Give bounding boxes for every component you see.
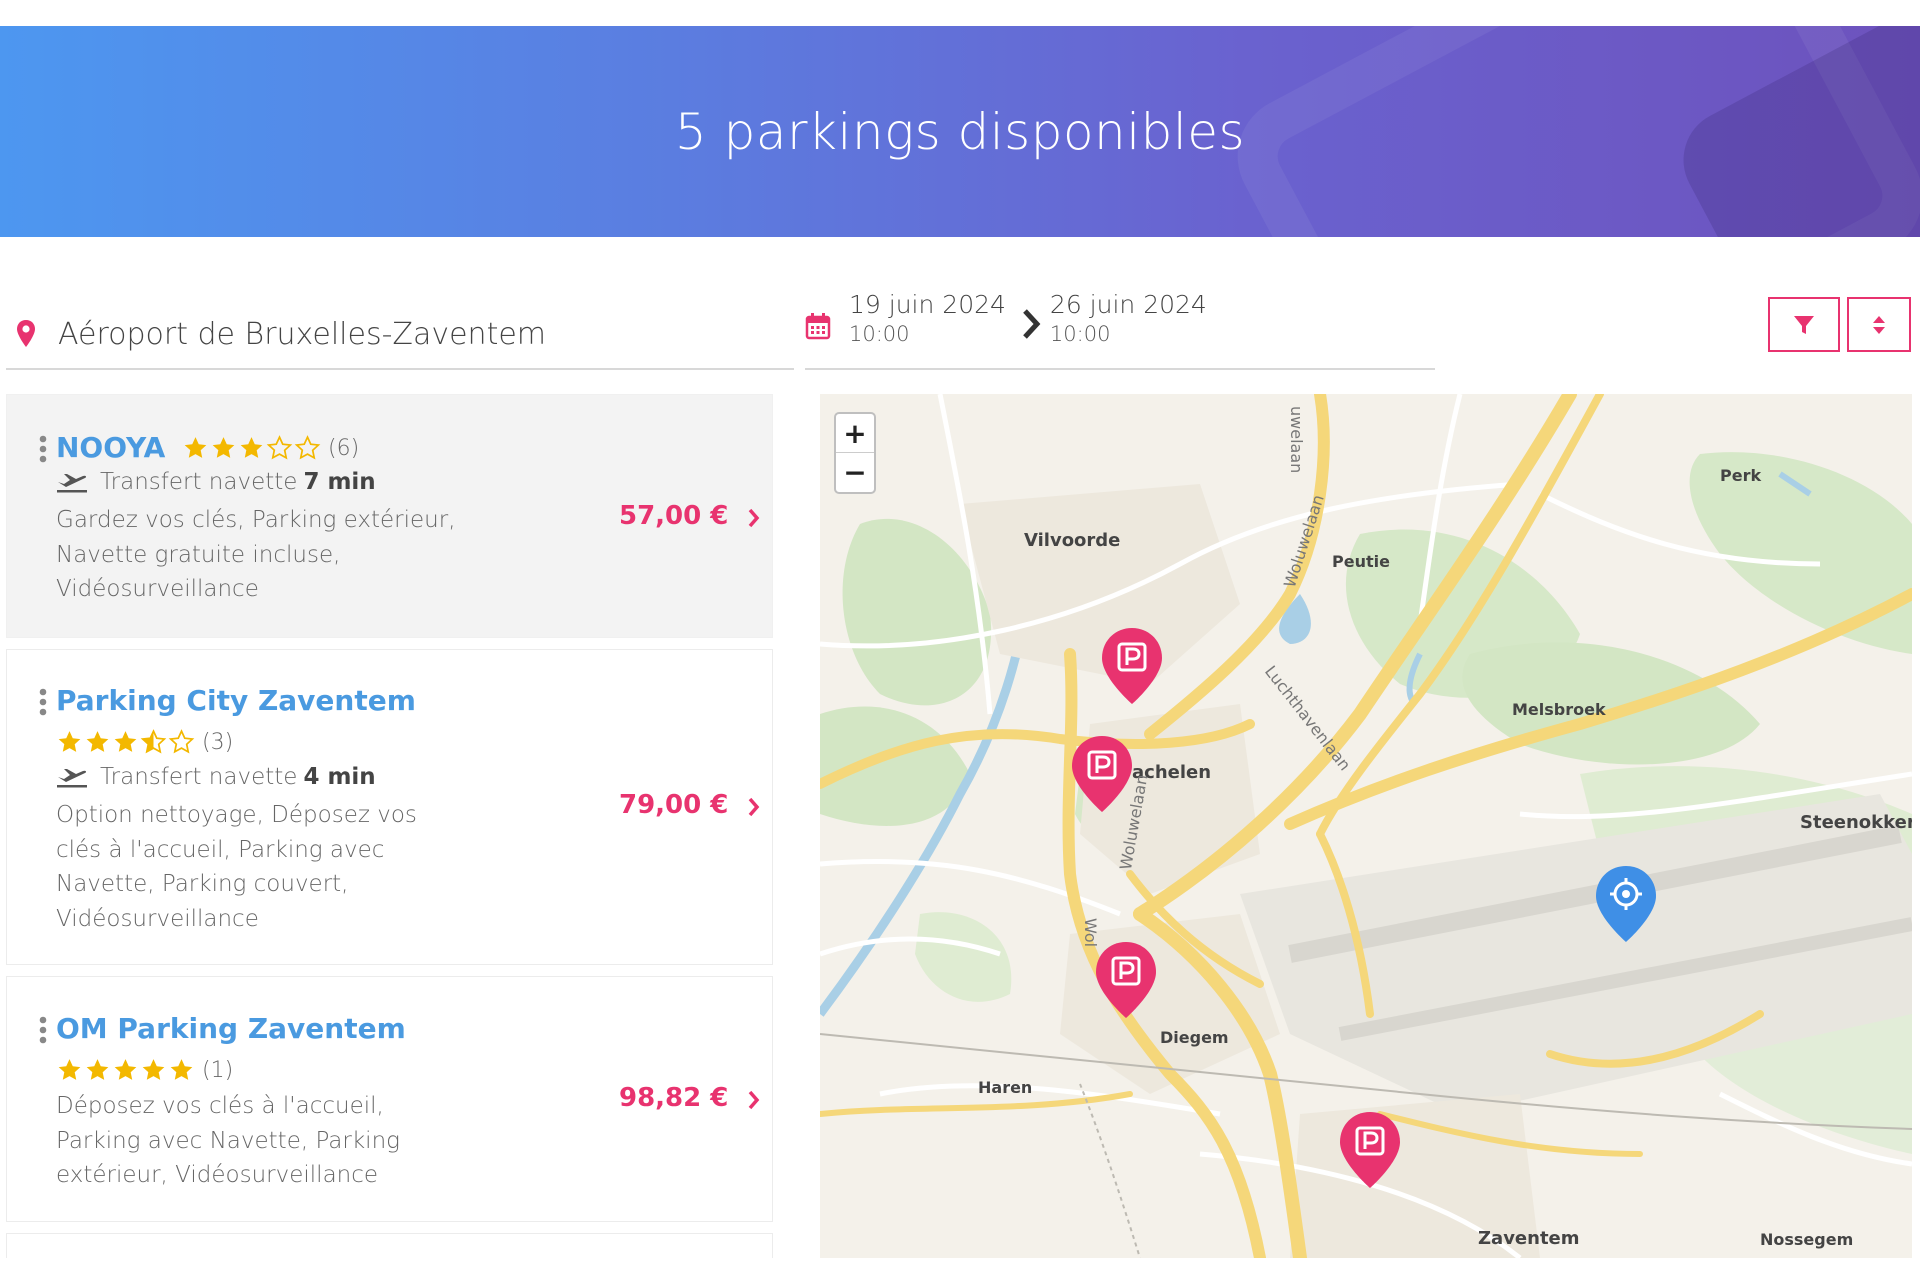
shuttle-time: 4 min (303, 764, 376, 790)
shuttle-label: Transfert navette (100, 469, 298, 495)
parking-card[interactable]: OM Parking Zaventem (1) Déposez vos clés… (6, 976, 773, 1222)
map-label-steenokkerzeel: Steenokker (1800, 812, 1912, 833)
shuttle-label: Transfert navette (100, 764, 298, 790)
feature-line: Déposez vos clés à l'accueil, (56, 1093, 384, 1119)
map-label-melsbroek: Melsbroek (1512, 700, 1606, 719)
feature-line: Gardez vos clés, Parking extérieur, (56, 507, 456, 533)
chevron-right-icon[interactable] (747, 1089, 761, 1111)
feature-line: Vidéosurveillance (56, 576, 259, 602)
map-label-haren: Haren (978, 1078, 1033, 1097)
star-full-icon (58, 1059, 81, 1080)
parking-marker-icon[interactable] (1070, 734, 1134, 814)
parking-card[interactable]: Parking City Zaventem (3) Transfert nave… (6, 649, 773, 965)
feature-line: Navette, Parking couvert, (56, 871, 349, 897)
location-pin-icon (17, 320, 35, 347)
rating-stars: (6) (182, 435, 359, 461)
shuttle-time: 7 min (303, 469, 376, 495)
page-title: 5 parkings disponibles (674, 102, 1246, 161)
parking-name[interactable]: OM Parking Zaventem (56, 1012, 406, 1045)
parking-features: Option nettoyage, Déposez vos clés à l'a… (56, 798, 456, 936)
map-label-peutie: Peutie (1332, 552, 1390, 571)
star-full-icon (170, 1059, 193, 1080)
map-label-zaventem: Zaventem (1478, 1228, 1580, 1249)
star-full-icon (114, 731, 137, 752)
parking-card[interactable]: NOOYA (6) Transfert navette 7 min Gardez… (6, 394, 773, 638)
feature-line: Parking avec Navette, Parking (56, 1127, 400, 1154)
star-empty-icon (294, 435, 321, 460)
date-range-field[interactable]: 19 juin 2024 10:00 26 juin 2024 10:00 (805, 290, 1435, 370)
feature-line: extérieur, Vidéosurveillance (56, 1162, 379, 1188)
start-time-value: 10:00 (849, 322, 910, 346)
airplane-icon (57, 474, 87, 493)
filter-button[interactable] (1768, 297, 1840, 352)
start-date-value: 19 juin 2024 (849, 290, 1006, 319)
star-full-icon (212, 437, 235, 458)
star-full-icon (184, 437, 207, 458)
review-count: (1) (202, 1057, 234, 1083)
star-full-icon (240, 437, 263, 458)
feature-line: Option nettoyage, Déposez vos (56, 802, 417, 828)
airport-marker-icon[interactable] (1594, 864, 1658, 944)
parking-price[interactable]: 98,82 € (619, 1083, 728, 1113)
end-date-value: 26 juin 2024 (1049, 290, 1207, 319)
shuttle-info: Transfert navette 4 min (56, 764, 376, 790)
parking-marker-icon[interactable] (1338, 1110, 1402, 1190)
funnel-icon (1794, 315, 1814, 334)
drag-handle-icon[interactable] (39, 688, 47, 716)
parking-features: Gardez vos clés, Parking extérieur, Nave… (56, 503, 456, 607)
start-date[interactable]: 19 juin 2024 10:00 (849, 290, 1006, 348)
zoom-in-button[interactable]: + (836, 414, 874, 453)
parking-price[interactable]: 79,00 € (619, 790, 728, 820)
feature-line: Navette gratuite incluse, (56, 541, 341, 568)
page-bottom (0, 1258, 1920, 1285)
location-field[interactable]: Aéroport de Bruxelles-Zaventem (6, 300, 794, 370)
calendar-icon (805, 313, 831, 340)
parking-features: Déposez vos clés à l'accueil, Parking av… (56, 1089, 456, 1193)
star-full-icon (58, 731, 81, 752)
map-label-diegem: Diegem (1160, 1028, 1229, 1047)
star-full-icon (114, 1059, 137, 1080)
sort-button[interactable] (1847, 297, 1911, 352)
map[interactable]: + − Vilvoorde Peutie Perk Melsbroek ache… (820, 394, 1912, 1258)
airplane-icon (57, 769, 87, 788)
parking-price[interactable]: 57,00 € (619, 501, 728, 531)
star-half-icon (140, 729, 167, 754)
chevron-right-icon (1023, 309, 1041, 339)
feature-line: Vidéosurveillance (56, 905, 259, 932)
zoom-control: + − (834, 412, 876, 494)
star-full-icon (86, 731, 109, 752)
star-empty-icon (266, 435, 293, 460)
map-label-nossegem: Nossegem (1760, 1230, 1854, 1249)
parking-marker-icon[interactable] (1094, 940, 1158, 1020)
zoom-out-button[interactable]: − (836, 453, 874, 492)
star-full-icon (86, 1059, 109, 1080)
drag-handle-icon[interactable] (39, 1016, 47, 1044)
location-text: Aéroport de Bruxelles-Zaventem (58, 316, 547, 352)
hero-banner: 5 parkings disponibles (0, 26, 1920, 237)
star-empty-icon (168, 729, 195, 754)
rating-stars: (1) (56, 1057, 233, 1083)
drag-handle-icon[interactable] (39, 435, 47, 463)
end-time-value: 10:00 (1049, 322, 1111, 346)
map-label-road: uwelaan (1287, 406, 1306, 474)
map-label-perk: Perk (1720, 466, 1762, 485)
parking-marker-icon[interactable] (1100, 626, 1164, 706)
end-date[interactable]: 26 juin 2024 10:00 (1050, 290, 1207, 348)
review-count: (3) (202, 729, 234, 755)
shuttle-info: Transfert navette 7 min (56, 469, 376, 495)
review-count: (6) (328, 435, 360, 461)
parking-name[interactable]: NOOYA (56, 431, 165, 464)
star-full-icon (142, 1059, 165, 1080)
chevron-right-icon[interactable] (747, 796, 761, 818)
sort-icon (1873, 315, 1885, 334)
chevron-right-icon[interactable] (747, 507, 761, 529)
map-label-vilvoorde: Vilvoorde (1024, 530, 1121, 551)
feature-line: clés à l'accueil, Parking avec (56, 836, 385, 863)
rating-stars: (3) (56, 729, 233, 755)
parking-name[interactable]: Parking City Zaventem (56, 684, 416, 717)
